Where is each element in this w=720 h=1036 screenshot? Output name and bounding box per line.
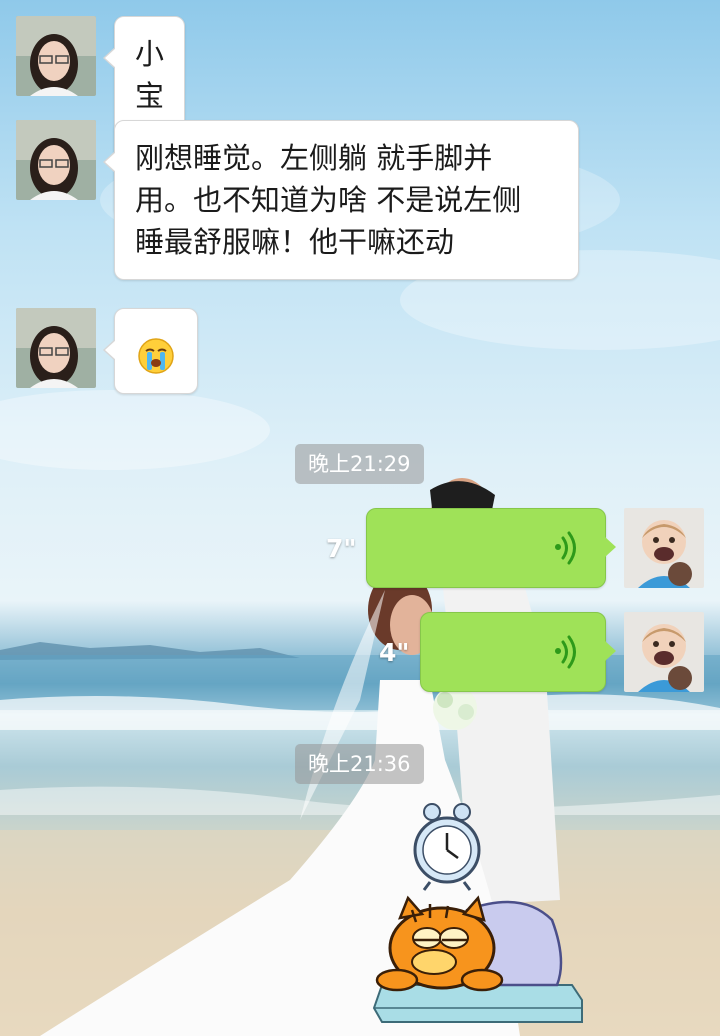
message-bubble[interactable]: 刚想睡觉。左侧躺 就手脚并 用。也不知道为啥 不是说左侧 睡最舒服嘛！他干嘛还动 [103, 120, 579, 280]
message-text-line: 睡最舒服嘛！他干嘛还动 [135, 225, 455, 259]
voice-wave-icon [555, 531, 576, 565]
garfield-sleeping-sticker[interactable] [372, 800, 592, 1030]
alarm-clock-icon [413, 803, 481, 891]
contact-avatar[interactable] [16, 308, 96, 388]
voice-duration: 7" [326, 534, 357, 563]
timestamp-text: 晚上21:29 [308, 452, 411, 476]
timestamp-divider: 晚上21:36 [295, 744, 424, 784]
voice-message-bubble[interactable] [366, 508, 616, 588]
voice-message-bubble[interactable] [420, 612, 616, 692]
crying-face-icon [138, 338, 174, 374]
contact-avatar[interactable] [16, 16, 96, 96]
timestamp-divider: 晚上21:29 [295, 444, 424, 484]
voice-wave-icon [555, 635, 576, 669]
message-text-line: 用。也不知道为啥 不是说左侧 [135, 183, 522, 217]
my-avatar[interactable] [624, 612, 704, 692]
voice-duration: 4" [379, 638, 410, 667]
timestamp-text: 晚上21:36 [308, 752, 411, 776]
contact-avatar[interactable] [16, 120, 96, 200]
message-bubble[interactable] [103, 308, 198, 394]
my-avatar[interactable] [624, 508, 704, 588]
message-text-line: 刚想睡觉。左侧躺 就手脚并 [135, 141, 493, 175]
